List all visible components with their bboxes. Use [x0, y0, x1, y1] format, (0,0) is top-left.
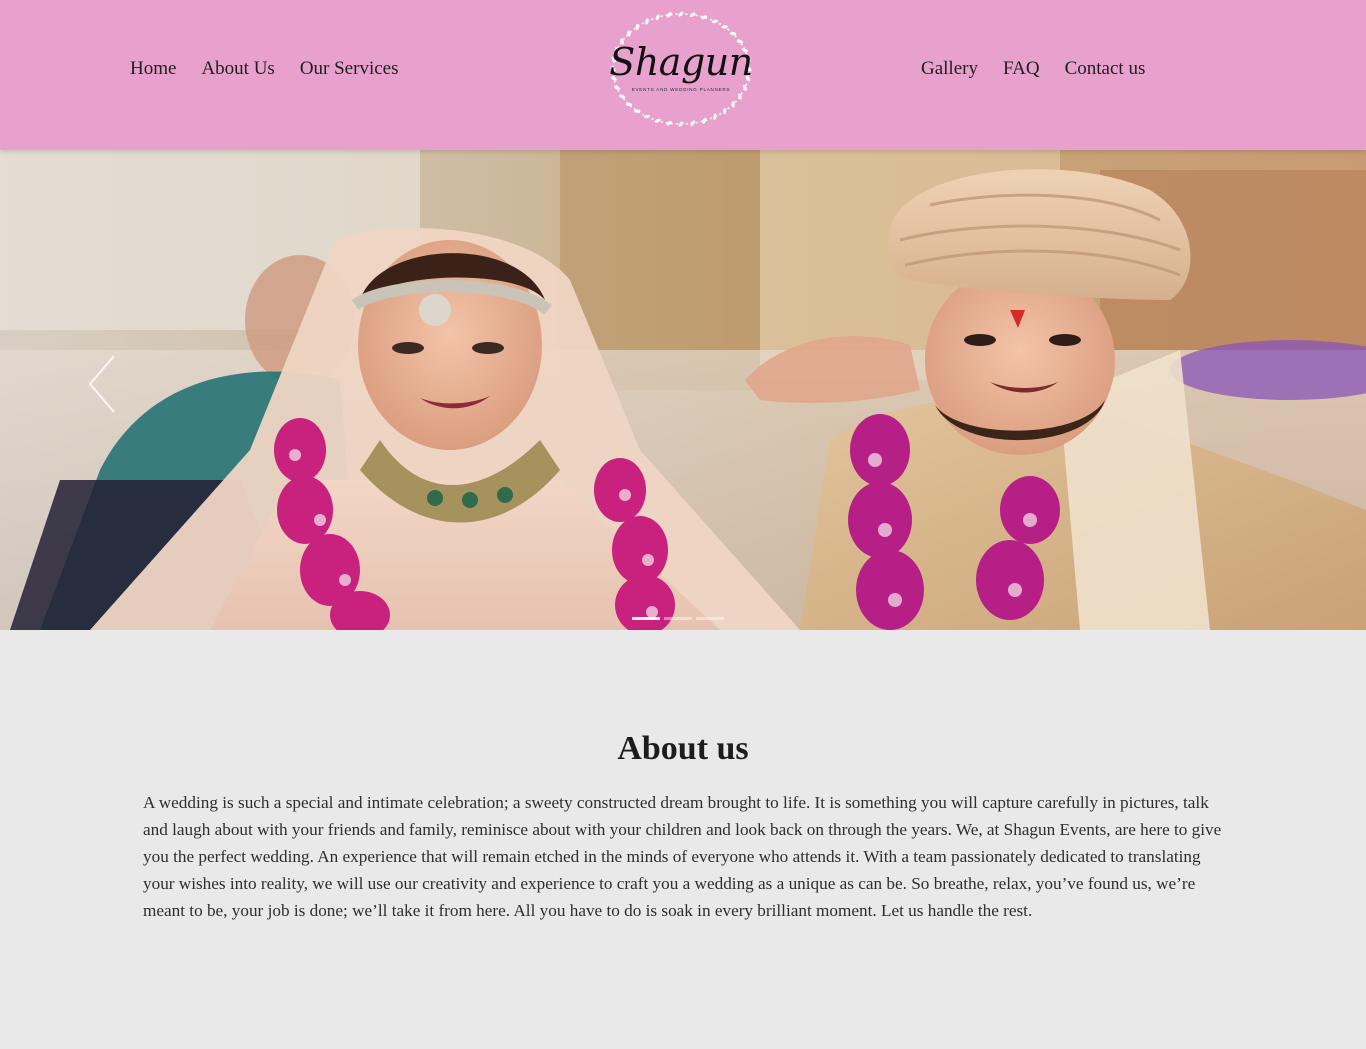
- nav-gallery-link[interactable]: Gallery: [921, 58, 978, 80]
- nav-right: Gallery FAQ Contact us: [921, 58, 1145, 80]
- nav-contact-link[interactable]: Contact us: [1065, 58, 1146, 80]
- logo-name: Shagun: [609, 40, 753, 84]
- wreath-leaf: [690, 12, 696, 18]
- wreath-leaf: [678, 11, 684, 17]
- nav-services-link[interactable]: Our Services: [300, 58, 399, 80]
- wreath-leaf: [618, 94, 626, 99]
- hero-carousel: [0, 150, 1366, 630]
- about-body: A wedding is such a special and intimate…: [143, 793, 1222, 920]
- nav-left: Home About Us Our Services: [130, 58, 398, 80]
- wreath-leaf: [690, 120, 696, 126]
- site-logo[interactable]: Shagun EVENTS AND WEDDING PLANNERS: [606, 8, 756, 130]
- nav-home-link[interactable]: Home: [130, 58, 176, 80]
- wreath-leaf: [729, 31, 737, 36]
- hero-wedding-photo: [0, 150, 1366, 630]
- wreath-leaf: [721, 25, 728, 29]
- nav-about-link[interactable]: About Us: [201, 58, 274, 80]
- carousel-indicators: [632, 617, 724, 620]
- carousel-dot-2[interactable]: [664, 617, 692, 620]
- wreath-leaf: [635, 23, 639, 31]
- wreath-leaf: [723, 107, 727, 115]
- carousel-dot-3[interactable]: [696, 617, 724, 620]
- wreath-leaf: [701, 15, 708, 20]
- wreath-leaf: [655, 14, 660, 21]
- wreath-leaf: [678, 121, 684, 127]
- chevron-left-icon[interactable]: [84, 352, 124, 416]
- wreath-leaf: [643, 114, 651, 119]
- about-title: About us: [617, 730, 749, 767]
- carousel-dot-1[interactable]: [632, 617, 660, 620]
- wreath-leaf: [731, 101, 735, 108]
- wreath-leaf: [711, 19, 719, 24]
- nav-faq-link[interactable]: FAQ: [1003, 58, 1040, 80]
- logo-tagline: EVENTS AND WEDDING PLANNERS: [631, 87, 731, 92]
- wreath-leaf: [654, 118, 661, 123]
- site-header: Home About Us Our Services Shagun EVENTS…: [0, 0, 1366, 150]
